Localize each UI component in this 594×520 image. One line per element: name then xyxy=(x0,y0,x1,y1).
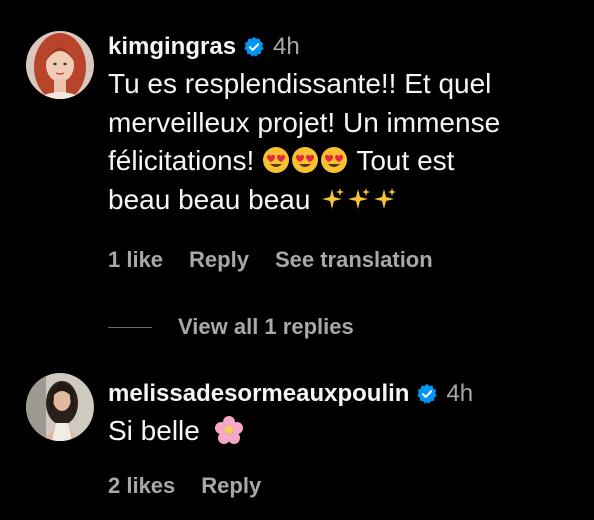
heart-eyes-emoji-icon xyxy=(291,146,319,174)
view-replies-label: View all 1 replies xyxy=(178,314,354,339)
comment-header: kimgingras 4h xyxy=(108,32,576,62)
comment-text: Si belle xyxy=(108,412,576,451)
avatar[interactable] xyxy=(26,31,94,99)
cherry-blossom-emoji-icon xyxy=(214,415,244,445)
username[interactable]: kimgingras xyxy=(108,33,236,61)
comment-line: Tout est xyxy=(356,145,455,176)
comment-line-with-emoji: félicitations! Tout est xyxy=(108,142,576,181)
comment-body: kimgingras 4h Tu es resplendissante!! Et… xyxy=(108,32,576,219)
sparkles-emoji-icon xyxy=(370,185,398,213)
comment-line: félicitations! xyxy=(108,145,255,176)
comment-actions: 2 likes Reply xyxy=(108,471,287,501)
username[interactable]: melissadesormeauxpoulin xyxy=(108,380,409,408)
comment-body: melissadesormeauxpoulin 4h Si belle xyxy=(108,379,576,451)
verified-badge-icon xyxy=(243,36,265,58)
see-translation-button[interactable]: See translation xyxy=(275,247,433,273)
comment-header: melissadesormeauxpoulin 4h xyxy=(108,379,576,409)
likes-count-button[interactable]: 2 likes xyxy=(108,473,175,499)
heart-eyes-emoji-icon xyxy=(320,146,348,174)
heart-eyes-emoji-icon xyxy=(262,146,290,174)
comment-line-with-emoji: beau beau beau xyxy=(108,181,576,220)
avatar-photo xyxy=(26,31,94,99)
comment-line: beau beau beau xyxy=(108,183,311,215)
comment-actions: 1 like Reply See translation xyxy=(108,245,459,275)
reply-button[interactable]: Reply xyxy=(201,473,261,499)
replies-divider xyxy=(108,326,152,328)
likes-count-button[interactable]: 1 like xyxy=(108,247,163,273)
comment-line: Si belle xyxy=(108,415,200,446)
comment-line: Tu es resplendissante!! Et quel xyxy=(108,68,492,99)
verified-badge-icon xyxy=(416,383,438,405)
timestamp: 4h xyxy=(273,33,300,60)
reply-button[interactable]: Reply xyxy=(189,247,249,273)
sparkles-emoji-icon xyxy=(344,185,372,213)
avatar[interactable] xyxy=(26,373,94,441)
timestamp: 4h xyxy=(446,380,474,407)
sparkles-emoji-icon xyxy=(318,185,346,213)
view-replies-button[interactable]: View all 1 replies xyxy=(108,312,354,342)
comment-line: merveilleux projet! Un immense xyxy=(108,106,501,138)
avatar-photo xyxy=(26,373,94,441)
comment-text: Tu es resplendissante!! Et quel merveill… xyxy=(108,65,576,219)
